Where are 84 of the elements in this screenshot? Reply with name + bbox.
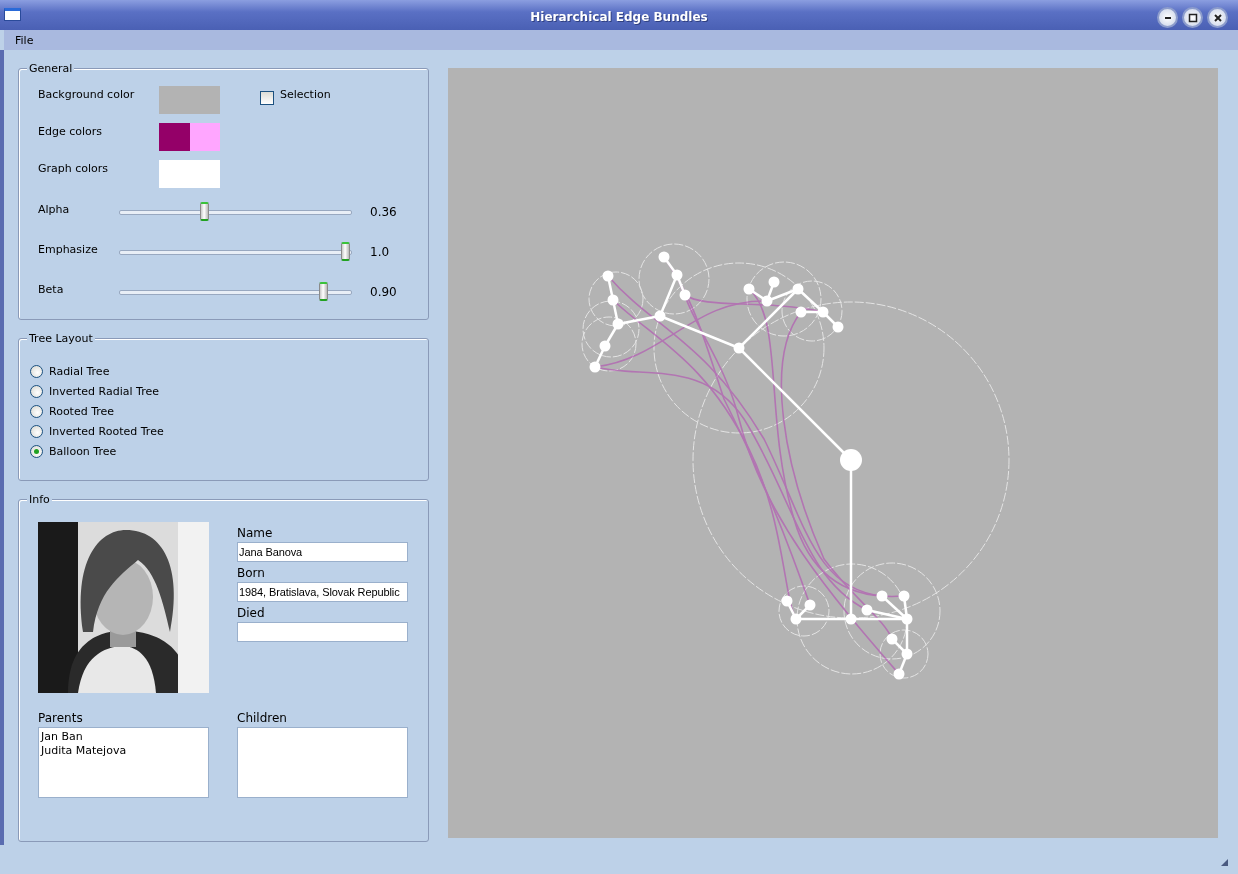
- slider-label: Alpha: [38, 203, 71, 216]
- graph-node: [893, 668, 905, 680]
- field-label: Died: [237, 606, 266, 622]
- radio-option[interactable]: Rooted Tree: [30, 401, 428, 421]
- graph-node: [901, 648, 913, 660]
- color-swatch[interactable]: [159, 123, 190, 151]
- radio-option[interactable]: Radial Tree: [30, 361, 428, 381]
- color-label: Edge colors: [38, 124, 103, 138]
- radio-button[interactable]: [30, 444, 43, 458]
- field-label: Born: [237, 566, 266, 582]
- text-field[interactable]: 1984, Bratislava, Slovak Republic: [237, 582, 408, 602]
- slider-label: Beta: [38, 283, 65, 296]
- list-label: Parents: [38, 711, 84, 727]
- size-grip-icon[interactable]: [1221, 859, 1228, 866]
- close-icon: [1212, 12, 1223, 23]
- graph-node: [768, 276, 780, 288]
- graph-node: [861, 604, 873, 616]
- group-title: Tree Layout: [27, 332, 95, 345]
- graph-node: [795, 306, 807, 318]
- graph-node: [761, 295, 773, 307]
- group-title: General: [27, 62, 75, 75]
- slider-value: 1.0: [370, 245, 391, 259]
- balloon-circle: [581, 316, 637, 372]
- minimize-icon: [1164, 16, 1171, 19]
- graph-node: [781, 595, 793, 607]
- graph-node: [876, 590, 888, 602]
- minimize-button[interactable]: [1157, 7, 1178, 28]
- list-box[interactable]: Jan Ban Judita Matejova: [38, 727, 209, 798]
- graph-node: [845, 613, 857, 625]
- slider-thumb[interactable]: [318, 281, 328, 301]
- list-label: Children: [237, 711, 288, 727]
- graph-node: [679, 289, 691, 301]
- balloon-circle: [582, 300, 640, 358]
- graph-node: [733, 342, 745, 354]
- maximize-icon: [1187, 12, 1198, 23]
- graph-node: [599, 340, 611, 352]
- graph-node: [743, 283, 755, 295]
- color-label: Graph colors: [38, 161, 110, 175]
- color-swatch[interactable]: [159, 86, 220, 114]
- close-button[interactable]: [1207, 7, 1228, 28]
- text-field[interactable]: Jana Banova: [237, 542, 408, 562]
- slider-label: Emphasize: [38, 243, 99, 256]
- balloon-circle: [588, 271, 644, 327]
- root-node: [840, 449, 862, 471]
- menu-item[interactable]: File: [15, 33, 34, 47]
- radio-button[interactable]: [30, 424, 43, 438]
- graph-node: [612, 318, 624, 330]
- graph-node: [792, 283, 804, 295]
- graph-node: [671, 269, 683, 281]
- graph-node: [658, 251, 670, 263]
- graph-node: [817, 306, 829, 318]
- radio-button[interactable]: [30, 364, 43, 378]
- graph-node: [804, 599, 816, 611]
- checkbox-label: Selection: [280, 87, 332, 101]
- text-field[interactable]: [237, 622, 408, 642]
- graph-node: [589, 361, 601, 373]
- slider-thumb[interactable]: [341, 241, 350, 261]
- app-icon: [4, 8, 21, 21]
- color-swatch[interactable]: [159, 160, 220, 188]
- radio-option[interactable]: Balloon Tree: [30, 441, 428, 461]
- graph-node: [602, 270, 614, 282]
- graph-node: [832, 321, 844, 333]
- maximize-button[interactable]: [1182, 7, 1203, 28]
- graph-node: [607, 294, 619, 306]
- graph-node: [790, 613, 802, 625]
- window-title: Hierarchical Edge Bundles: [530, 9, 708, 24]
- graph-node: [654, 310, 666, 322]
- color-label: Background color: [38, 87, 136, 101]
- radio-button[interactable]: [30, 384, 43, 398]
- checkbox[interactable]: [260, 91, 274, 105]
- radio-button[interactable]: [30, 404, 43, 418]
- field-label: Name: [237, 526, 274, 542]
- slider-value: 0.90: [370, 285, 398, 299]
- radio-option[interactable]: Inverted Radial Tree: [30, 381, 428, 401]
- radio-option[interactable]: Inverted Rooted Tree: [30, 421, 428, 441]
- list-item[interactable]: Judita Matejova: [41, 744, 206, 758]
- graph-node: [901, 613, 913, 625]
- color-swatch[interactable]: [189, 123, 220, 151]
- graph-node: [886, 633, 898, 645]
- slider-thumb[interactable]: [199, 201, 209, 221]
- list-item[interactable]: Jan Ban: [41, 730, 206, 744]
- slider-value: 0.36: [370, 205, 398, 219]
- group-title: Info: [27, 493, 52, 506]
- graph-node: [898, 590, 910, 602]
